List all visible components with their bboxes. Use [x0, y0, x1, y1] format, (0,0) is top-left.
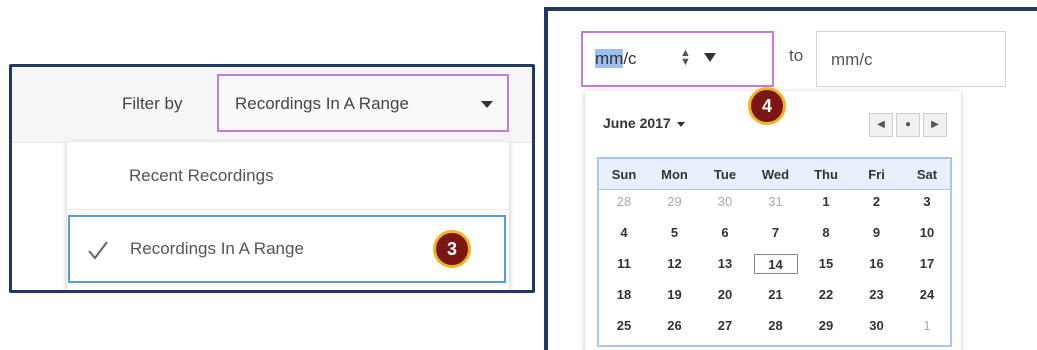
caret-down-icon — [481, 101, 493, 108]
calendar-day[interactable]: 3 — [902, 192, 952, 212]
calendar-day[interactable]: 19 — [650, 285, 700, 305]
date-to-input[interactable]: mm/c — [816, 31, 1006, 87]
month-label: June 2017 — [603, 115, 671, 131]
calendar-day[interactable]: 25 — [599, 316, 649, 336]
calendar-day[interactable]: 22 — [801, 285, 851, 305]
filter-bar: Filter by Recordings In A Range — [12, 67, 532, 143]
calendar-day[interactable]: 5 — [650, 223, 700, 243]
weekday-label: Sat — [916, 167, 938, 182]
calendar-day[interactable]: 15 — [801, 254, 851, 274]
weekday-label: Sun — [611, 167, 637, 182]
calendar-popup: June 2017 ◀ ● ▶ Sun Mon Tue Wed Thu Fri Sat 28… — [585, 91, 961, 350]
filter-select[interactable]: Recordings In A Range — [217, 74, 509, 132]
calendar-day[interactable]: 30 — [852, 316, 902, 336]
filter-panel: Filter by Recordings In A Range Recent R… — [9, 64, 535, 293]
date-from-input[interactable]: mm/c ▲ ▼ — [581, 31, 774, 87]
calendar-day[interactable]: 28 — [599, 192, 649, 212]
weekday-label: Fri — [868, 167, 885, 182]
calendar-day[interactable]: 30 — [700, 192, 750, 212]
calendar-day[interactable]: 13 — [700, 254, 750, 274]
calendar-day[interactable]: 18 — [599, 285, 649, 305]
step-badge: 3 — [433, 230, 471, 268]
calendar-day[interactable]: 9 — [852, 223, 902, 243]
calendar-day[interactable]: 4 — [599, 223, 649, 243]
filter-menu: Recent Recordings Recordings In A Range … — [67, 142, 509, 290]
weekday-label: Thu — [814, 167, 838, 182]
calendar-day[interactable]: 1 — [902, 316, 952, 336]
calendar-day[interactable]: 12 — [650, 254, 700, 274]
calendar-day[interactable]: 23 — [852, 285, 902, 305]
caret-down-icon — [676, 121, 685, 127]
calendar-day[interactable]: 10 — [902, 223, 952, 243]
calendar-day[interactable]: 16 — [852, 254, 902, 274]
calendar-day[interactable]: 8 — [801, 223, 851, 243]
calendar-day[interactable]: 31 — [751, 192, 801, 212]
calendar-day[interactable]: 26 — [650, 316, 700, 336]
calendar-dropdown-icon[interactable] — [704, 53, 716, 62]
calendar-day[interactable]: 21 — [751, 285, 801, 305]
weekday-header: Sun Mon Tue Wed Thu Fri Sat — [599, 159, 950, 190]
checkmark-icon — [88, 241, 108, 260]
calendar-day[interactable]: 29 — [650, 192, 700, 212]
spinner-icon[interactable]: ▲ ▼ — [680, 48, 691, 68]
calendar-day[interactable]: 27 — [700, 316, 750, 336]
step-badge: 4 — [748, 87, 786, 125]
date-from-rest-text: /c — [623, 49, 637, 68]
weekday-label: Mon — [661, 167, 688, 182]
calendar-day[interactable]: 14 — [753, 254, 798, 274]
calendar-day[interactable]: 28 — [751, 316, 801, 336]
calendar-day[interactable]: 2 — [852, 192, 902, 212]
calendar-day[interactable]: 24 — [902, 285, 952, 305]
calendar-day[interactable]: 11 — [599, 254, 649, 274]
weekday-label: Wed — [761, 167, 790, 182]
calendar-grid: Sun Mon Tue Wed Thu Fri Sat 28 29 30 31 1 2 3 4 5 6 7 8 9 1… — [597, 157, 952, 347]
calendar-day[interactable]: 7 — [751, 223, 801, 243]
calendar-day[interactable]: 17 — [902, 254, 952, 274]
to-label: to — [789, 46, 804, 65]
menu-item-recordings-in-range[interactable]: Recordings In A Range 3 — [68, 215, 506, 283]
calendar-day[interactable]: 1 — [801, 192, 851, 212]
calendar-day[interactable]: 29 — [801, 316, 851, 336]
calendar-day[interactable]: 20 — [700, 285, 750, 305]
filter-select-value: Recordings In A Range — [235, 94, 409, 113]
date-from-selected-text: mm — [595, 49, 624, 68]
menu-item-recent-recordings[interactable]: Recent Recordings — [67, 142, 509, 210]
date-from-value: mm/c — [595, 49, 637, 69]
date-to-value: mm/c — [831, 50, 873, 69]
today-button[interactable]: ● — [896, 113, 920, 137]
next-month-button[interactable]: ▶ — [923, 113, 947, 137]
month-select[interactable]: June 2017 — [603, 115, 685, 131]
menu-item-label: Recent Recordings — [129, 166, 274, 185]
date-range-panel: mm/c ▲ ▼ to mm/c June 2017 ◀ ● ▶ Sun Mon Tu… — [544, 7, 1037, 350]
weekday-label: Tue — [713, 167, 737, 182]
filter-label: Filter by — [122, 94, 183, 113]
calendar-day[interactable]: 6 — [700, 223, 750, 243]
menu-item-label: Recordings In A Range — [130, 239, 304, 258]
prev-month-button[interactable]: ◀ — [869, 113, 893, 137]
